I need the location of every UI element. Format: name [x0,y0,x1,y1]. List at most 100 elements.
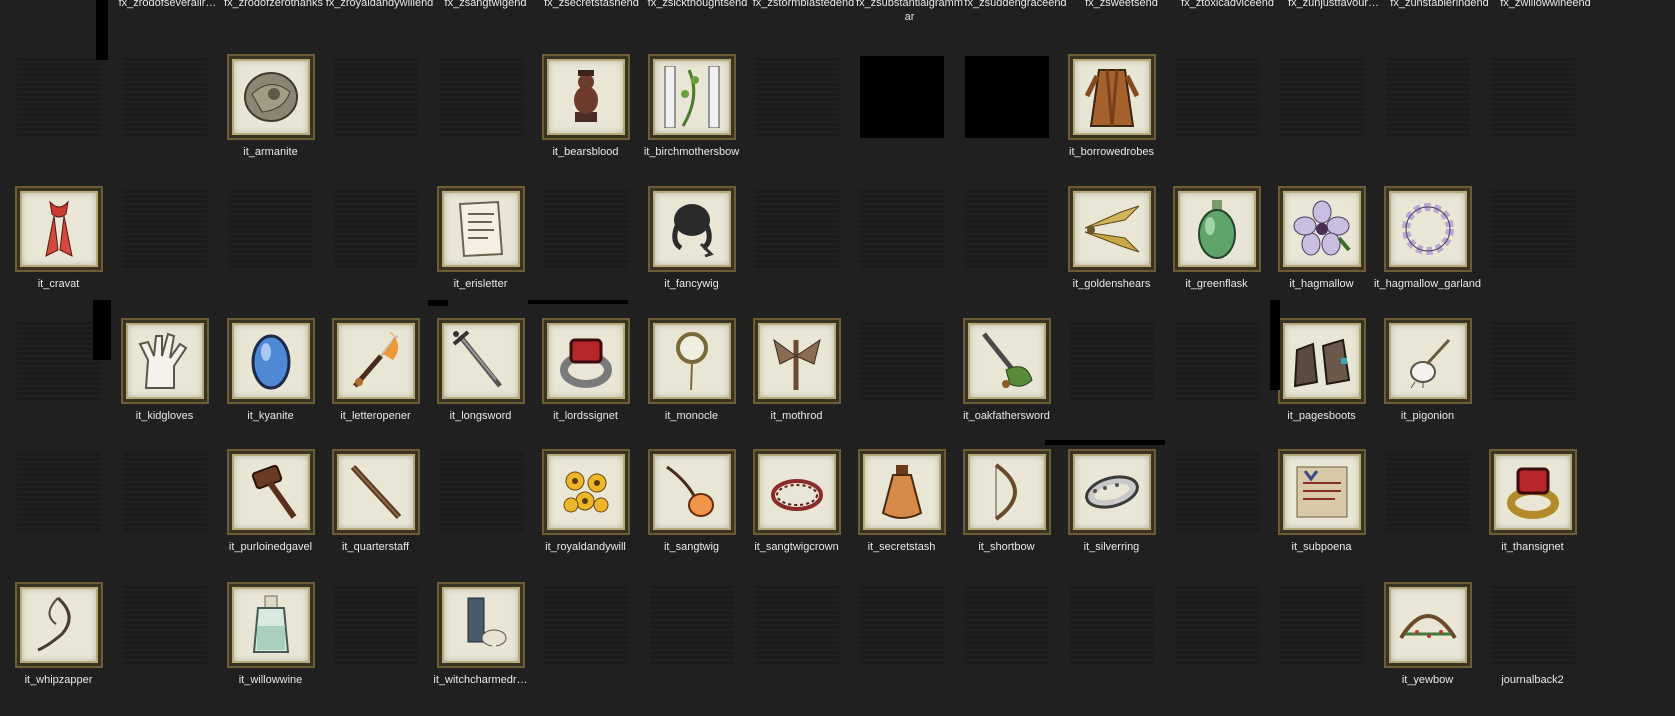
file-tile[interactable] [109,188,220,320]
file-name-label: it_fancywig [664,278,719,290]
empty-thumbnail [123,188,207,270]
file-tile[interactable] [3,451,114,583]
file-tile[interactable] [951,188,1062,320]
file-tile[interactable] [1266,56,1377,188]
file-name-label: it_whipzapper [24,674,93,686]
file-tile[interactable] [846,320,957,452]
monocle-icon [648,318,736,404]
empty-thumbnail [755,188,839,270]
file-tile[interactable] [109,56,220,188]
file-tile[interactable] [951,584,1062,716]
empty-thumbnail [123,584,207,666]
file-tile[interactable] [425,56,536,188]
file-name-label: it_kidgloves [135,410,194,422]
file-tile[interactable] [109,584,220,716]
file-name-label: it_borrowedrobes [1069,146,1154,158]
empty-thumbnail [1070,320,1154,402]
image-file-tile[interactable]: it_hagmallow [1266,186,1377,320]
file-tile[interactable] [1056,584,1167,716]
file-tile[interactable] [1477,320,1588,452]
oak-sword-icon [963,318,1051,404]
file-tile[interactable] [1477,56,1588,188]
image-file-tile[interactable]: it_sangtwig [636,449,747,583]
empty-thumbnail [334,56,418,138]
image-file-tile[interactable]: it_subpoena [1266,449,1377,583]
file-tile[interactable] [215,188,326,320]
file-tile[interactable] [3,56,114,188]
image-file-tile[interactable]: it_kyanite [215,318,326,452]
image-file-tile[interactable]: it_longsword [425,318,536,452]
file-tile[interactable] [846,188,957,320]
file-tile[interactable] [846,56,957,188]
file-tile[interactable] [1266,584,1377,716]
whip-icon [15,582,103,668]
file-tile[interactable] [1161,320,1272,452]
file-tile[interactable] [1372,451,1483,583]
image-file-tile[interactable]: it_letteropener [320,318,431,452]
empty-thumbnail [965,188,1049,270]
file-tile[interactable] [1161,584,1272,716]
file-tile[interactable] [109,451,220,583]
file-tile[interactable] [425,451,536,583]
image-file-tile[interactable]: it_secretstash [846,449,957,583]
empty-thumbnail [17,320,101,402]
file-name-label: it_greenflask [1185,278,1248,290]
image-file-tile[interactable]: it_birchmothersbow [636,54,747,188]
image-file-tile[interactable]: it_purloinedgavel [215,449,326,583]
file-name-label: fx_zsecretstashend [544,0,639,9]
file-tile[interactable]: journalback2 [1477,584,1588,716]
image-file-tile[interactable]: it_pigonion [1372,318,1483,452]
file-tile[interactable] [741,188,852,320]
image-file-tile[interactable]: it_witchcharmedr… [425,582,536,716]
image-file-tile[interactable]: it_borrowedrobes [1056,54,1167,188]
image-file-tile[interactable]: it_armanite [215,54,326,188]
file-name-label: it_thansignet [1501,541,1564,553]
image-file-tile[interactable]: it_bearsblood [530,54,641,188]
file-name-label: it_quarterstaff [341,541,410,553]
image-file-tile[interactable]: it_royaldandywill [530,449,641,583]
image-file-tile[interactable]: it_kidgloves [109,318,220,452]
empty-thumbnail [334,188,418,270]
file-tile[interactable] [1161,451,1272,583]
image-file-tile[interactable]: it_whipzapper [3,582,114,716]
image-file-tile[interactable]: it_monocle [636,318,747,452]
image-file-tile[interactable]: it_goldenshears [1056,186,1167,320]
image-file-tile[interactable]: it_shortbow [951,449,1062,583]
file-tile[interactable] [320,584,431,716]
empty-thumbnail [1386,56,1470,138]
image-file-tile[interactable]: it_lordssignet [530,318,641,452]
image-file-tile[interactable]: it_fancywig [636,186,747,320]
render-artifact [428,300,448,306]
bow-icon [963,449,1051,535]
image-file-tile[interactable]: it_greenflask [1161,186,1272,320]
image-file-tile[interactable]: it_silverring [1056,449,1167,583]
empty-thumbnail [860,56,944,138]
render-artifact [93,300,111,360]
image-file-tile[interactable]: it_mothrod [741,318,852,452]
image-file-tile[interactable]: it_quarterstaff [320,449,431,583]
file-tile[interactable] [951,56,1062,188]
file-name-label: fx_zrodofzerothanks [223,0,324,9]
file-tile[interactable] [320,56,431,188]
file-tile[interactable] [1056,320,1167,452]
image-file-tile[interactable]: it_willowwine [215,582,326,716]
empty-thumbnail [123,451,207,533]
file-tile[interactable] [1372,56,1483,188]
file-tile[interactable] [530,584,641,716]
image-file-tile[interactable]: it_pagesboots [1266,318,1377,452]
image-file-tile[interactable]: it_yewbow [1372,582,1483,716]
file-name-label: it_subpoena [1291,541,1352,553]
file-tile[interactable] [1477,188,1588,320]
file-tile[interactable] [741,56,852,188]
file-tile[interactable] [320,188,431,320]
wig-icon [648,186,736,272]
empty-thumbnail [439,56,523,138]
image-file-tile[interactable]: it_oakfathersword [951,318,1062,452]
image-file-tile[interactable]: it_sangtwigcrown [741,449,852,583]
file-tile[interactable] [636,584,747,716]
image-file-tile[interactable]: it_hagmallow_garland [1372,186,1483,320]
file-tile[interactable] [1161,56,1272,188]
image-file-tile[interactable]: it_thansignet [1477,449,1588,583]
file-tile[interactable] [741,584,852,716]
file-tile[interactable] [846,584,957,716]
